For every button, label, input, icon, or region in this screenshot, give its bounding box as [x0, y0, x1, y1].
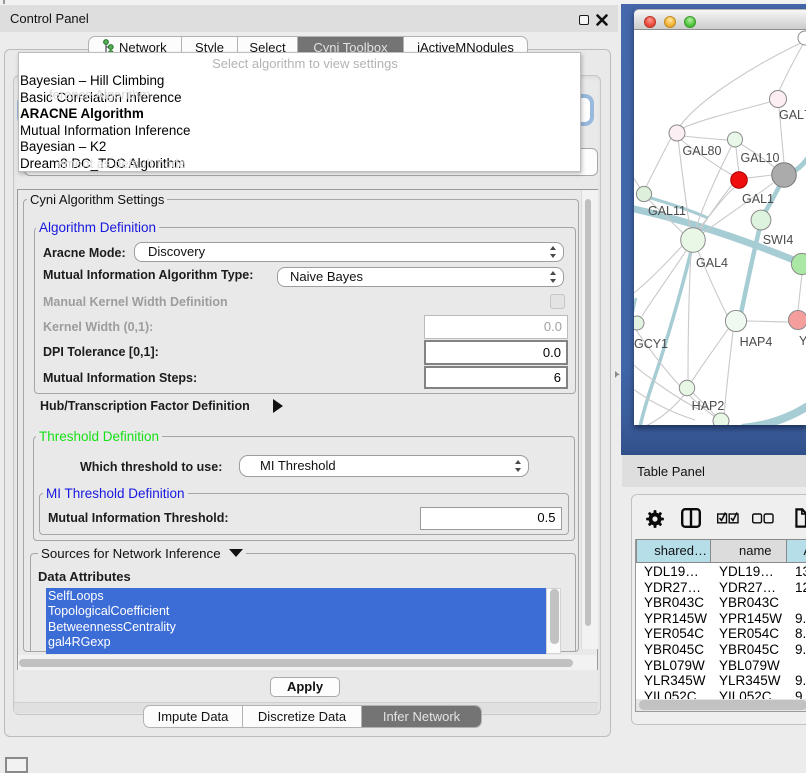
svg-text:HAP2: HAP2 — [692, 399, 725, 413]
svg-text:GAL80: GAL80 — [683, 144, 722, 158]
svg-text:SWI4: SWI4 — [763, 233, 794, 247]
svg-text:GAL10: GAL10 — [741, 151, 780, 165]
svg-text:GAL11: GAL11 — [648, 204, 686, 218]
svg-text:HAP4: HAP4 — [740, 335, 773, 349]
svg-text:GAL1: GAL1 — [742, 192, 774, 206]
svg-text:GAL4: GAL4 — [696, 256, 728, 270]
svg-text:GCY1: GCY1 — [634, 337, 668, 351]
svg-text:YEL007W: YEL007W — [799, 334, 806, 348]
svg-text:GAL7: GAL7 — [779, 108, 806, 122]
